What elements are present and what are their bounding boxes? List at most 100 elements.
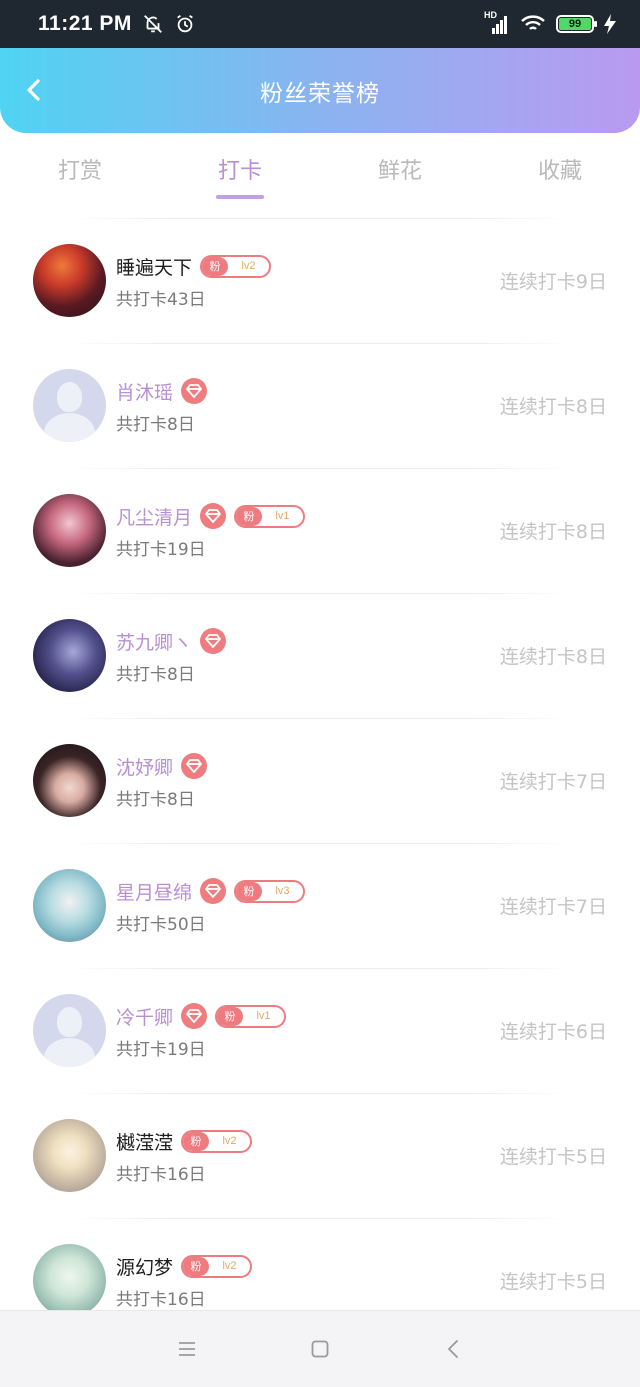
tab-reward[interactable]: 打赏 bbox=[0, 133, 160, 219]
total-checkins: 共打卡8日 bbox=[116, 415, 195, 435]
fan-name: 星月昼绵 bbox=[116, 881, 193, 904]
badge-label: 粉 bbox=[183, 1256, 210, 1276]
avatar[interactable] bbox=[33, 1119, 106, 1192]
fan-info: 睡遍天下 粉 lv2 共打卡43日 bbox=[116, 251, 272, 310]
badge-level: lv1 bbox=[256, 1010, 271, 1022]
diamond-icon bbox=[181, 378, 208, 404]
streak-days: 连续打卡7日 bbox=[499, 771, 607, 793]
fan-name-line: 沈妤卿 bbox=[116, 751, 208, 781]
chevron-left-icon[interactable] bbox=[22, 78, 46, 102]
total-checkins: 共打卡19日 bbox=[116, 1040, 206, 1060]
diamond-icon bbox=[181, 1003, 208, 1029]
status-bar: 11:21 PM HD 99 bbox=[0, 0, 640, 48]
system-nav-bar bbox=[0, 1310, 640, 1387]
avatar[interactable] bbox=[33, 994, 106, 1067]
avatar-head bbox=[57, 1007, 82, 1037]
bell-off-icon bbox=[142, 13, 164, 35]
fan-info: 苏九卿ヽ 共打卡8日 bbox=[116, 626, 227, 685]
fan-name-line: 源幻梦 粉 lv2 bbox=[116, 1251, 253, 1281]
badge-level: lv1 bbox=[275, 510, 290, 522]
badge-label: 粉 bbox=[217, 1006, 244, 1026]
total-checkins: 共打卡8日 bbox=[116, 665, 195, 685]
streak-days: 连续打卡5日 bbox=[499, 1146, 607, 1168]
fan-name-line: 肖沐瑶 bbox=[116, 376, 208, 406]
battery-icon: 99 bbox=[556, 15, 597, 33]
list-item[interactable]: 樾滢滢 粉 lv2 共打卡16日 连续打卡5日 bbox=[0, 1093, 640, 1218]
fan-name-line: 樾滢滢 粉 lv2 bbox=[116, 1126, 253, 1156]
list-item[interactable]: 肖沐瑶 共打卡8日 连续打卡8日 bbox=[0, 343, 640, 468]
charging-icon bbox=[604, 14, 616, 34]
total-checkins: 共打卡50日 bbox=[116, 915, 206, 935]
avatar[interactable] bbox=[33, 369, 106, 442]
fan-info: 源幻梦 粉 lv2 共打卡16日 bbox=[116, 1251, 253, 1310]
fan-info: 樾滢滢 粉 lv2 共打卡16日 bbox=[116, 1126, 253, 1185]
fan-level-badge: 粉 lv2 bbox=[200, 254, 272, 278]
fan-name: 睡遍天下 bbox=[116, 256, 193, 279]
total-checkins: 共打卡19日 bbox=[116, 540, 206, 560]
list-item[interactable]: 沈妤卿 共打卡8日 连续打卡7日 bbox=[0, 718, 640, 843]
tab-active-indicator bbox=[216, 195, 264, 199]
tab-checkin[interactable]: 打卡 bbox=[160, 133, 320, 219]
alarm-icon bbox=[174, 13, 196, 35]
fan-name-line: 睡遍天下 粉 lv2 bbox=[116, 251, 272, 281]
list-item[interactable]: 睡遍天下 粉 lv2 共打卡43日 连续打卡9日 bbox=[0, 218, 640, 343]
wifi-icon bbox=[520, 14, 546, 34]
fan-name: 沈妤卿 bbox=[116, 756, 174, 779]
tab-label: 打赏 bbox=[57, 159, 102, 184]
streak-days: 连续打卡7日 bbox=[499, 896, 607, 918]
avatar-head bbox=[57, 382, 82, 412]
total-checkins: 共打卡43日 bbox=[116, 290, 206, 310]
fan-name-line: 苏九卿ヽ bbox=[116, 626, 227, 656]
fan-name-line: 凡尘清月 粉 lv1 bbox=[116, 501, 306, 531]
avatar[interactable] bbox=[33, 244, 106, 317]
fan-name: 肖沐瑶 bbox=[116, 381, 174, 404]
fan-list: 睡遍天下 粉 lv2 共打卡43日 连续打卡9日 肖沐瑶 共打卡8日 连续打卡8日 bbox=[0, 218, 640, 1343]
list-item[interactable]: 凡尘清月 粉 lv1 共打卡19日 连续打卡8日 bbox=[0, 468, 640, 593]
total-checkins: 共打卡16日 bbox=[116, 1165, 206, 1185]
menu-icon[interactable] bbox=[167, 1329, 207, 1369]
avatar[interactable] bbox=[33, 494, 106, 567]
badge-level: lv2 bbox=[222, 1260, 237, 1272]
signal-icon: HD bbox=[484, 10, 510, 34]
battery-level: 99 bbox=[559, 18, 591, 30]
tab-label: 收藏 bbox=[537, 159, 582, 184]
fan-level-badge: 粉 lv2 bbox=[181, 1254, 253, 1278]
fan-name: 冷千卿 bbox=[116, 1006, 174, 1029]
list-item[interactable]: 星月昼绵 粉 lv3 共打卡50日 连续打卡7日 bbox=[0, 843, 640, 968]
tab-bar: 打赏 打卡 鲜花 收藏 bbox=[0, 133, 640, 219]
fan-info: 肖沐瑶 共打卡8日 bbox=[116, 376, 208, 435]
avatar[interactable] bbox=[33, 869, 106, 942]
avatar[interactable] bbox=[33, 619, 106, 692]
badge-label: 粉 bbox=[236, 506, 263, 526]
tab-label: 鲜花 bbox=[377, 159, 422, 184]
fan-info: 冷千卿 粉 lv1 共打卡19日 bbox=[116, 1001, 287, 1060]
badge-label: 粉 bbox=[183, 1131, 210, 1151]
avatar[interactable] bbox=[33, 744, 106, 817]
list-item[interactable]: 苏九卿ヽ 共打卡8日 连续打卡8日 bbox=[0, 593, 640, 718]
avatar-body bbox=[44, 1038, 95, 1067]
fan-name-line: 冷千卿 粉 lv1 bbox=[116, 1001, 287, 1031]
total-checkins: 共打卡16日 bbox=[116, 1290, 206, 1310]
home-square-icon[interactable] bbox=[300, 1329, 340, 1369]
fan-name: 源幻梦 bbox=[116, 1256, 174, 1279]
tab-favorites[interactable]: 收藏 bbox=[480, 133, 640, 219]
badge-label: 粉 bbox=[202, 256, 229, 276]
total-checkins: 共打卡8日 bbox=[116, 790, 195, 810]
page-title: 粉丝荣誉榜 bbox=[260, 80, 380, 107]
badge-level: lv3 bbox=[275, 885, 290, 897]
diamond-icon bbox=[200, 628, 227, 654]
fan-level-badge: 粉 lv1 bbox=[215, 1004, 287, 1028]
back-triangle-icon[interactable] bbox=[433, 1329, 473, 1369]
badge-label: 粉 bbox=[236, 881, 263, 901]
streak-days: 连续打卡8日 bbox=[499, 396, 607, 418]
fan-level-badge: 粉 lv3 bbox=[234, 879, 306, 903]
status-time: 11:21 PM bbox=[38, 12, 132, 35]
fan-level-badge: 粉 lv2 bbox=[181, 1129, 253, 1153]
fan-info: 沈妤卿 共打卡8日 bbox=[116, 751, 208, 810]
tab-flowers[interactable]: 鲜花 bbox=[320, 133, 480, 219]
list-item[interactable]: 冷千卿 粉 lv1 共打卡19日 连续打卡6日 bbox=[0, 968, 640, 1093]
avatar[interactable] bbox=[33, 1244, 106, 1317]
streak-days: 连续打卡8日 bbox=[499, 646, 607, 668]
fan-name: 樾滢滢 bbox=[116, 1131, 174, 1154]
network-type: HD bbox=[484, 10, 497, 20]
